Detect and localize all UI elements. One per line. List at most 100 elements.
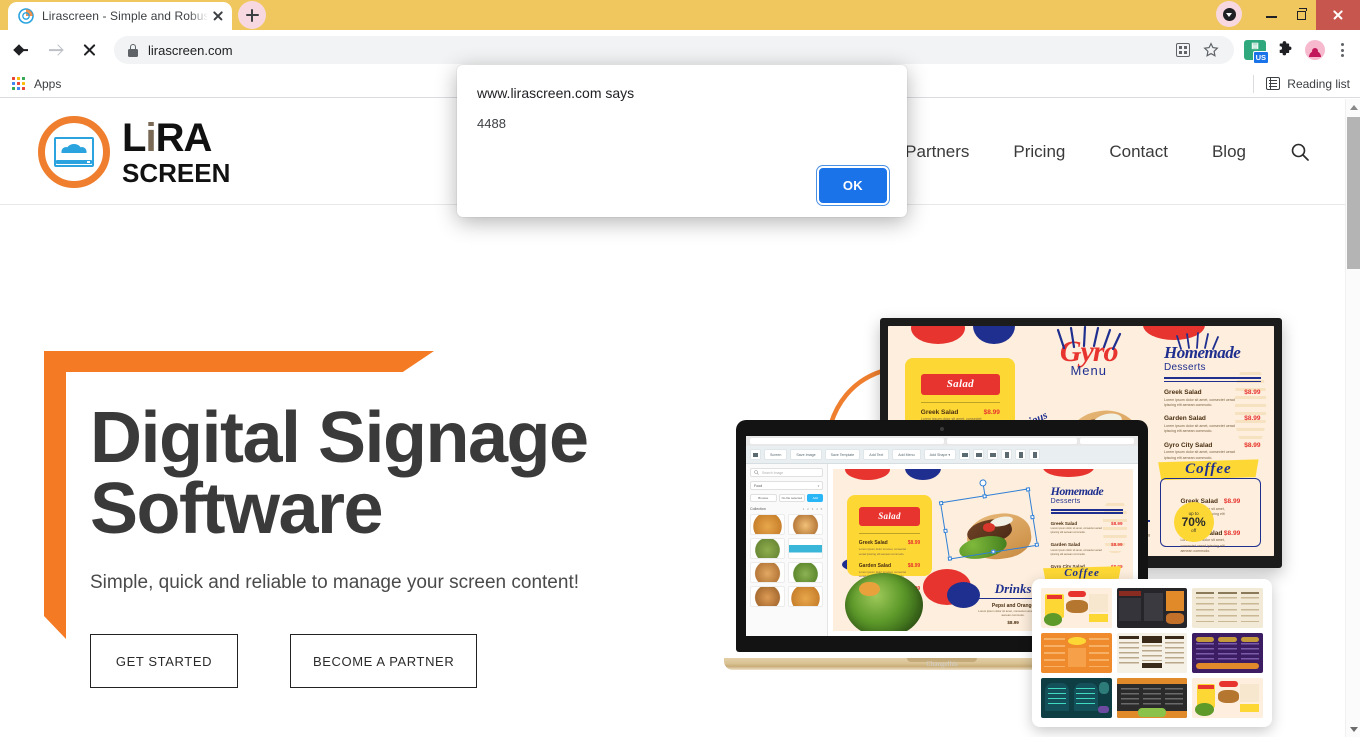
menu-item-price: $8.99 (1111, 520, 1123, 526)
reading-list-label: Reading list (1287, 76, 1350, 91)
template-thumbnail[interactable] (1041, 633, 1112, 673)
maximize-button[interactable] (1286, 0, 1316, 30)
editor-add-button[interactable]: Add (807, 494, 824, 502)
nav-item-contact[interactable]: Contact (1087, 132, 1190, 172)
minimize-button[interactable] (1256, 0, 1286, 30)
editor-btn-save-image[interactable]: Save Image (790, 449, 822, 460)
menu-item-name: Garden Salad (858, 562, 892, 569)
hero-section: Digital Signage Software Simple, quick a… (0, 205, 1348, 737)
menu-item-name: Greek Salad (858, 539, 888, 546)
browser-window: Lirascreen - Simple and Robust D lirascr… (0, 0, 1360, 737)
close-window-button[interactable] (1316, 0, 1360, 30)
image-thumbnail[interactable] (750, 514, 786, 535)
editor-browse-button[interactable]: Browse (750, 494, 777, 502)
menu-item-price: $8.99 (907, 562, 921, 569)
url-text: lirascreen.com (148, 42, 233, 58)
extensions-puzzle-icon[interactable] (1272, 37, 1298, 63)
scroll-down-arrow-icon[interactable] (1346, 721, 1360, 737)
template-thumbnail[interactable] (1116, 633, 1188, 673)
align-center-icon[interactable] (973, 449, 985, 460)
sunburst-icon (1175, 332, 1219, 351)
hero-cta-group: GET STARTED BECOME A PARTNER (90, 634, 684, 689)
template-thumbnail[interactable] (1192, 678, 1263, 718)
search-icon[interactable] (1268, 132, 1320, 172)
align-middle-icon[interactable] (1015, 449, 1027, 460)
downloads-icon[interactable] (1216, 1, 1242, 27)
align-left-icon[interactable] (959, 449, 971, 460)
template-thumbnail[interactable] (1192, 633, 1263, 673)
nav-item-blog[interactable]: Blog (1190, 132, 1268, 172)
browser-tab[interactable]: Lirascreen - Simple and Robust D (8, 2, 232, 30)
chrome-menu-icon[interactable] (1332, 39, 1352, 61)
template-thumbnail[interactable] (1116, 588, 1188, 628)
hero-illustration: Salad Greek Salad $8.99 Lorem ipsum dolor… (690, 205, 1330, 737)
image-thumbnail[interactable] (750, 586, 786, 607)
scrollbar-thumb[interactable] (1347, 117, 1360, 269)
back-button[interactable] (6, 35, 36, 65)
editor-btn-add-menu[interactable]: Add Menu (892, 449, 921, 460)
align-bottom-icon[interactable] (1029, 449, 1041, 460)
site-lock-icon[interactable] (128, 43, 138, 57)
editor-btn-add-text[interactable]: Add Text (863, 449, 890, 460)
site-logo[interactable]: LiRA SCREEN (38, 115, 230, 188)
extension-badge: US (1252, 51, 1269, 64)
logo-i-letter: i (145, 115, 156, 160)
search-icon (754, 470, 759, 475)
editor-search-input[interactable]: Search Image (750, 468, 824, 477)
template-thumbnail[interactable] (1041, 588, 1112, 628)
close-tab-icon[interactable] (210, 8, 226, 24)
apps-label[interactable]: Apps (34, 77, 61, 91)
dialog-title: www.lirascreen.com says (477, 85, 635, 101)
menu-item-price: $8.99 (1244, 389, 1261, 397)
profile-avatar-icon[interactable] (1302, 37, 1328, 63)
apps-grid-icon[interactable] (12, 76, 26, 91)
dialog-message: 4488 (477, 116, 506, 131)
menu-item-price: $8.99 (907, 539, 921, 546)
image-thumbnail[interactable] (788, 514, 824, 535)
template-thumbnail[interactable] (1192, 588, 1263, 628)
editor-btn-save-template[interactable]: Save Template (824, 449, 861, 460)
extension-us-icon[interactable]: ▤ US (1242, 37, 1269, 64)
editor-upload-row: Browse No file selected Add (750, 494, 824, 502)
discount-badge: up to 70% off (1173, 502, 1214, 543)
scroll-up-arrow-icon[interactable] (1346, 99, 1360, 115)
address-bar[interactable]: lirascreen.com (114, 36, 1234, 64)
reading-list-button[interactable]: Reading list (1253, 74, 1350, 93)
bookmark-star-icon[interactable] (1198, 37, 1224, 63)
qr-code-icon[interactable] (1170, 37, 1196, 63)
javascript-alert-dialog: www.lirascreen.com says 4488 OK (457, 65, 907, 217)
nav-item-pricing[interactable]: Pricing (991, 132, 1087, 172)
logo-screen-icon (38, 115, 110, 188)
image-thumbnail[interactable] (750, 538, 786, 559)
editor-btn-screen[interactable]: Screen (764, 449, 788, 460)
new-tab-button[interactable] (238, 1, 266, 29)
editor-thumbnail-grid (750, 514, 824, 607)
forward-button[interactable] (40, 35, 70, 65)
menu-item-price: $8.99 (983, 408, 1000, 416)
image-thumbnail[interactable] (750, 562, 786, 583)
template-thumbnail[interactable] (1041, 678, 1112, 718)
editor-category-select[interactable]: Food ▾ (750, 481, 824, 490)
template-thumbnail[interactable] (1116, 678, 1188, 718)
dialog-ok-button[interactable]: OK (818, 168, 887, 203)
tab-strip: Lirascreen - Simple and Robust D (0, 0, 1360, 30)
image-thumbnail[interactable] (788, 586, 824, 607)
discount-value: 70% (1181, 515, 1206, 530)
editor-btn-add-shape[interactable]: Add Shape ▾ (923, 449, 957, 460)
home-icon[interactable] (750, 449, 761, 460)
align-right-icon[interactable] (987, 449, 999, 460)
get-started-button[interactable]: GET STARTED (90, 634, 238, 689)
editor-collection-pager[interactable]: 1 2 3 4 5 (803, 507, 824, 511)
board-title-sub: Menu (1070, 362, 1107, 378)
menu-item-desc: Lorem ipsum dolor sit amet, consectet ue… (1050, 548, 1102, 556)
become-a-partner-button[interactable]: BECOME A PARTNER (290, 634, 478, 689)
menu-item: Gyro City Salad $8.99 Lorem ipsum dolor s… (1164, 442, 1261, 461)
menu-item-price: $8.99 (1244, 441, 1261, 449)
desserts-heading: Homemade (1050, 484, 1104, 499)
align-top-icon[interactable] (1001, 449, 1013, 460)
page-scrollbar[interactable] (1345, 99, 1360, 737)
menu-item-name: Greek Salad (920, 408, 959, 416)
stop-loading-button[interactable] (74, 35, 104, 65)
image-thumbnail[interactable] (788, 562, 824, 583)
image-thumbnail[interactable] (788, 538, 824, 559)
